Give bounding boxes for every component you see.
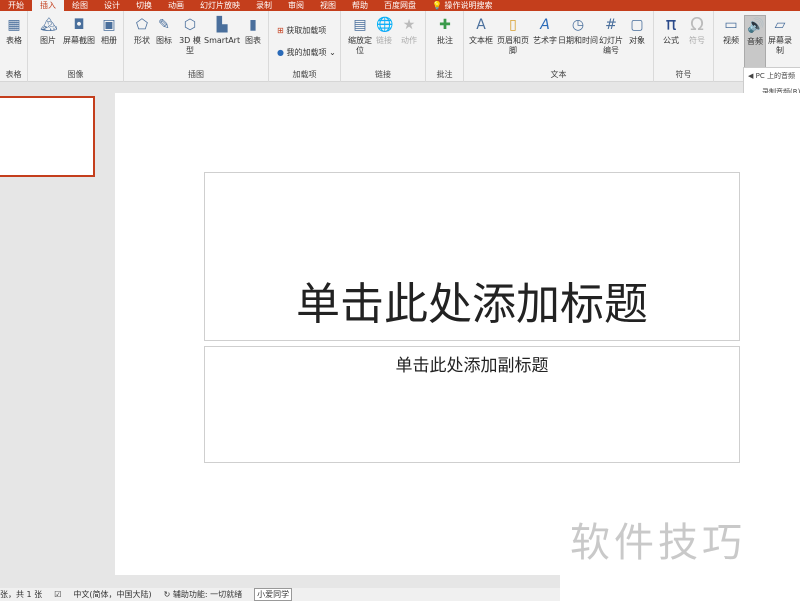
addin-icon: ● (277, 48, 284, 57)
slide-number-icon: # (605, 17, 617, 33)
textbox-icon: A (476, 17, 486, 33)
tab-6[interactable]: 幻灯片放映 (192, 0, 248, 11)
table-icon: ▦ (7, 17, 21, 33)
wordart-button[interactable]: A 艺术字 (532, 17, 558, 46)
shapes-button[interactable]: ⬠ 形状 (130, 17, 154, 46)
symbol-button[interactable]: Ω 符号 (686, 14, 708, 46)
cube-icon: ⬡ (183, 17, 197, 33)
video-button[interactable]: ▭ 视频 (720, 17, 742, 46)
tab-2[interactable]: 绘图 (64, 0, 96, 11)
table-button[interactable]: ▦ 表格 (3, 17, 25, 46)
notes-icon[interactable]: ☑ (54, 590, 61, 599)
tab-3[interactable]: 设计 (96, 0, 128, 11)
header-footer-icon: ▯ (509, 17, 517, 33)
tab-0[interactable]: 开始 (0, 0, 32, 11)
group-comments: ✚ 批注 批注 (426, 11, 464, 82)
tab-4[interactable]: 切换 (128, 0, 160, 11)
accessibility-icon: ↻ (163, 590, 171, 599)
link-button[interactable]: 🌐 链接 (375, 17, 393, 46)
equation-button[interactable]: π 公式 (660, 14, 682, 46)
smartart-icon: ▙ (216, 17, 228, 33)
watermark: 软件技巧 (560, 500, 800, 601)
tab-5[interactable]: 动画 (160, 0, 192, 11)
speaker-icon: 🔊 (747, 18, 765, 34)
speaker-icon: ◀ (748, 72, 754, 80)
wordart-icon: A (540, 17, 550, 33)
group-text: A 文本框 ▯ 页眉和页脚 A 艺术字 ◷ 日期和时间 # 幻灯片编号 ▢ 对象 文本 (464, 11, 654, 82)
ribbon: ▦ 表格 表格 🏔 图片 ◘ 屏幕截图 ▣ 相册 图像 ⬠ 形状 ✎ 图标 ⬡ 3D 模型 ▙… (0, 11, 800, 82)
tab-7[interactable]: 录制 (248, 0, 280, 11)
tab-11[interactable]: 百度网盘 (376, 0, 424, 11)
tab-12[interactable]: 💡 操作说明搜索 (424, 0, 501, 11)
subtitle-placeholder[interactable]: 单击此处添加副标题 (204, 346, 740, 463)
comment-icon: ✚ (439, 17, 451, 33)
textbox-button[interactable]: A 文本框 (468, 17, 494, 46)
datetime-button[interactable]: ◷ 日期和时间 (558, 17, 598, 46)
language-status[interactable]: 中文(简体，中国大陆) (73, 589, 151, 600)
store-icon: ⊞ (277, 26, 284, 35)
tab-1[interactable]: 插入 (32, 0, 64, 11)
tab-9[interactable]: 视图 (312, 0, 344, 11)
picture-button[interactable]: 🏔 图片 (36, 17, 60, 46)
icons-icon: ✎ (158, 17, 170, 33)
link-icon: 🌐 (376, 17, 394, 33)
zoom-icon: ▤ (353, 17, 367, 33)
3d-model-button[interactable]: ⬡ 3D 模型 (176, 17, 204, 56)
smartart-button[interactable]: ▙ SmartArt (204, 17, 240, 46)
album-icon: ▣ (102, 17, 116, 33)
object-button[interactable]: ▢ 对象 (626, 17, 648, 46)
group-symbols: π 公式 Ω 符号 符号 (654, 11, 714, 82)
omega-icon: Ω (690, 14, 704, 35)
ribbon-tabs: 开始 插入 绘图 设计 切换 动画 幻灯片放映 录制 审阅 视图 帮助 百度网盘 💡 操作说明搜索 (0, 0, 800, 11)
tab-8[interactable]: 审阅 (280, 0, 312, 11)
screen-recording-button[interactable]: ▱ 屏幕录制 (768, 17, 792, 56)
slide-thumbnail-1[interactable] (0, 96, 95, 177)
slide-thumbnail-pane (0, 83, 105, 588)
title-placeholder[interactable]: 单击此处添加标题 (204, 172, 740, 341)
accessibility-status[interactable]: ↻ 辅助功能: 一切就绪 (164, 589, 243, 600)
zoom-button[interactable]: ▤ 缩放定位 (346, 17, 374, 56)
ime-indicator[interactable]: 小爱同学 (254, 588, 293, 601)
comment-button[interactable]: ✚ 批注 (433, 17, 457, 46)
group-addins: ⊞ 获取加载项 ● 我的加载项 ⌄ 加载项 (269, 11, 341, 82)
group-links: ▤ 缩放定位 🌐 链接 ★ 动作 链接 (341, 11, 426, 82)
icons-button[interactable]: ✎ 图标 (156, 17, 172, 46)
my-addins-button[interactable]: ● 我的加载项 ⌄ (277, 47, 336, 58)
screenshot-button[interactable]: ◘ 屏幕截图 (60, 17, 98, 46)
get-addins-button[interactable]: ⊞ 获取加载项 (277, 25, 326, 36)
shapes-icon: ⬠ (135, 17, 149, 33)
chart-button[interactable]: ▮ 图表 (242, 17, 264, 46)
group-table: ▦ 表格 表格 (0, 11, 28, 82)
tab-10[interactable]: 帮助 (344, 0, 376, 11)
camera-icon: ◘ (73, 17, 85, 33)
slide-number-button[interactable]: # 幻灯片编号 (598, 17, 624, 56)
pi-icon: π (665, 14, 677, 35)
chart-icon: ▮ (249, 17, 257, 33)
object-icon: ▢ (630, 17, 644, 33)
video-icon: ▭ (724, 17, 738, 33)
calendar-icon: ◷ (571, 17, 585, 33)
menu-item-pc-audio[interactable]: ◀ PC 上的音频 (744, 68, 800, 84)
group-illustrations: ⬠ 形状 ✎ 图标 ⬡ 3D 模型 ▙ SmartArt ▮ 图表 插图 (124, 11, 269, 82)
group-images: 🏔 图片 ◘ 屏幕截图 ▣ 相册 图像 (28, 11, 124, 82)
picture-icon: 🏔 (40, 17, 58, 33)
audio-button[interactable]: 🔊 音频 (744, 15, 766, 69)
header-footer-button[interactable]: ▯ 页眉和页脚 (494, 17, 532, 56)
star-icon: ★ (402, 17, 416, 33)
action-button[interactable]: ★ 动作 (397, 17, 421, 46)
screen-record-icon: ▱ (774, 17, 786, 33)
album-button[interactable]: ▣ 相册 (98, 17, 120, 46)
slide-count: 张，共 1 张 (0, 590, 43, 599)
